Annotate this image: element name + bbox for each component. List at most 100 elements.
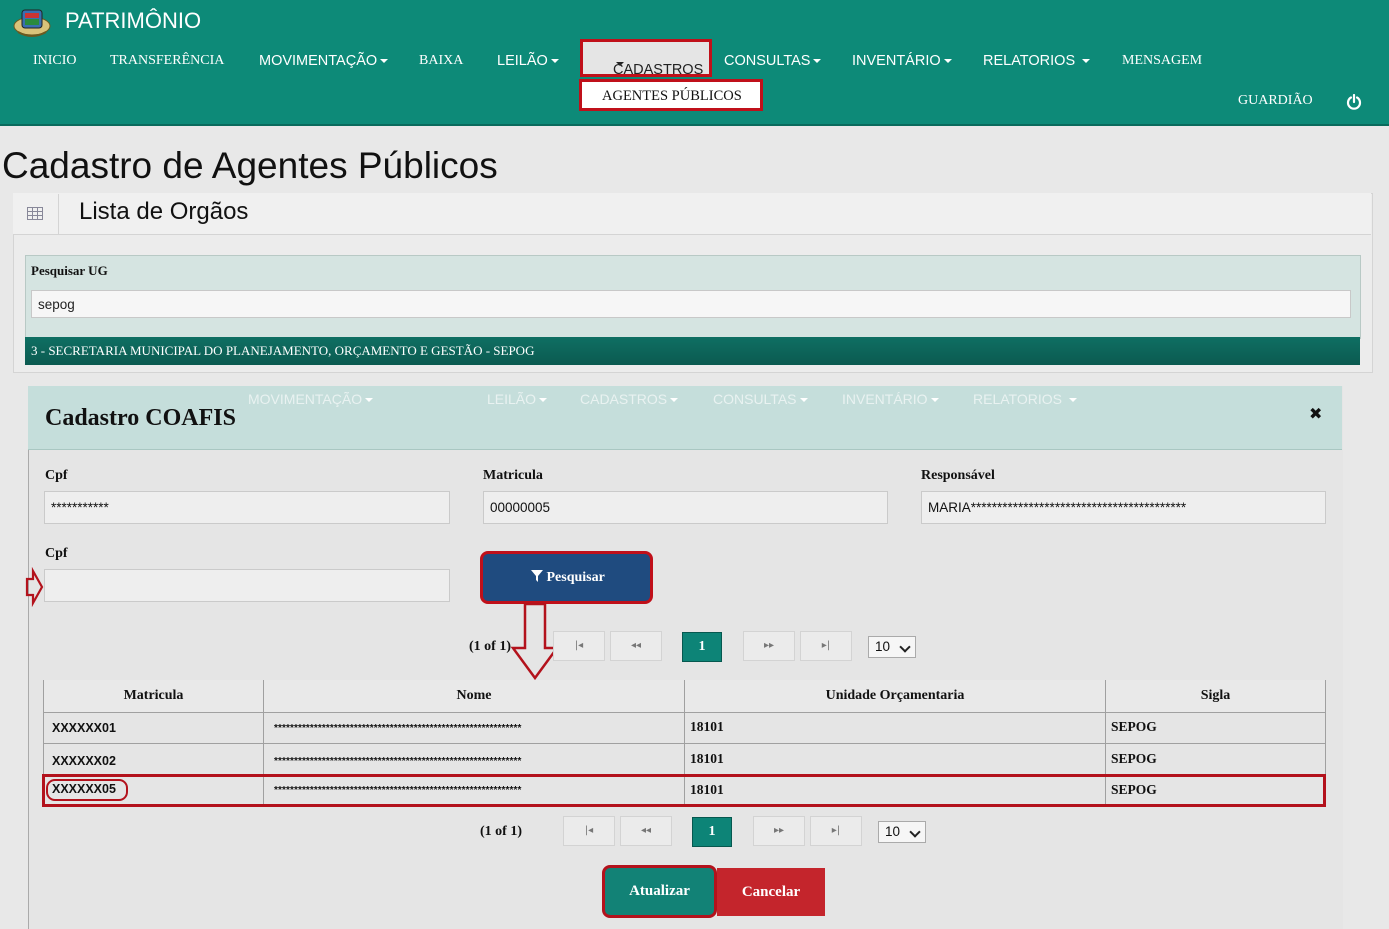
nav-consultas-label: CONSULTAS: [724, 53, 811, 69]
ghost-menu-label: INVENTÁRIO: [842, 391, 928, 407]
ghost-menu-cadastros: CADASTROS: [580, 391, 679, 407]
pager-info: (1 of 1): [469, 639, 511, 654]
matricula-label: Matricula: [483, 468, 543, 483]
table-cell-nome[interactable]: ****************************************…: [274, 756, 521, 767]
last-page-icon[interactable]: ▸|: [800, 631, 852, 661]
current-page-button[interactable]: 1: [682, 632, 722, 662]
nav-movimentacao-label: MOVIMENTAÇÃO: [259, 53, 378, 69]
grid-line: [43, 712, 1326, 713]
grid-line: [43, 743, 1326, 744]
matricula-field[interactable]: 00000005: [483, 491, 888, 524]
ug-result-row[interactable]: 3 - SECRETARIA MUNICIPAL DO PLANEJAMENTO…: [25, 337, 1360, 365]
table-cell-matricula[interactable]: XXXXXX01: [52, 721, 116, 735]
caret-down-icon: [1068, 398, 1077, 403]
selected-cell-highlight: [46, 779, 128, 801]
ug-result-label: 3 - SECRETARIA MUNICIPAL DO PLANEJAMENTO…: [31, 343, 535, 358]
pager-info: (1 of 1): [480, 824, 522, 839]
col-header-sigla[interactable]: Sigla: [1106, 680, 1325, 712]
table-cell-unidade[interactable]: 18101: [690, 719, 724, 735]
nav-leilao[interactable]: LEILÃO: [497, 53, 559, 69]
prev-page-icon[interactable]: ◂◂: [620, 816, 672, 846]
modal-title: Cadastro COAFIS: [45, 405, 236, 431]
ghost-menu-label: MOVIMENTAÇÃO: [248, 391, 363, 407]
rows-per-page-value: 10: [885, 824, 901, 839]
caret-down-icon: [813, 59, 822, 64]
rows-per-page-select[interactable]: 10: [878, 821, 926, 843]
atualizar-button[interactable]: Atualizar: [602, 865, 717, 918]
last-page-icon[interactable]: ▸|: [810, 816, 862, 846]
nav-leilao-label: LEILÃO: [497, 53, 548, 69]
nav-mensagem[interactable]: MENSAGEM: [1122, 53, 1202, 69]
responsavel-label: Responsável: [921, 468, 995, 483]
ghost-menu-label: LEILÃO: [487, 391, 537, 407]
table-icon: [27, 207, 43, 220]
table-cell-unidade[interactable]: 18101: [690, 751, 724, 767]
next-page-icon[interactable]: ▸▸: [753, 816, 805, 846]
chevron-down-icon: [909, 826, 921, 838]
caret-down-icon: [365, 398, 374, 403]
ghost-menu-label: RELATORIOS: [973, 391, 1062, 407]
table-cell-sigla[interactable]: SEPOG: [1111, 751, 1157, 767]
search-ug-input[interactable]: [31, 290, 1351, 318]
ghost-menu-leilao: LEILÃO: [487, 391, 548, 407]
pesquisar-button[interactable]: Pesquisar: [480, 551, 653, 604]
submenu-agentes-publicos[interactable]: AGENTES PÚBLICOS: [579, 79, 763, 111]
caret-down-icon: [1082, 59, 1091, 64]
table-cell-nome[interactable]: ****************************************…: [274, 723, 521, 734]
close-icon[interactable]: ✖: [1309, 404, 1322, 423]
nav-baixa[interactable]: BAIXA: [419, 53, 463, 69]
caret-down-icon: [670, 398, 679, 403]
nav-transferencia[interactable]: TRANSFERÊNCIA: [110, 53, 224, 69]
search-ug-label: Pesquisar UG: [31, 263, 108, 278]
col-header-nome[interactable]: Nome: [264, 680, 684, 712]
caret-down-icon: [539, 398, 548, 403]
first-page-icon[interactable]: |◂: [563, 816, 615, 846]
cancelar-button[interactable]: Cancelar: [717, 868, 825, 916]
arrow-right-icon: [25, 567, 44, 607]
nav-inventario[interactable]: INVENTÁRIO: [852, 53, 952, 69]
nav-consultas[interactable]: CONSULTAS: [724, 53, 822, 69]
rows-per-page-select[interactable]: 10: [868, 636, 916, 658]
panel-title: Lista de Orgãos: [79, 198, 249, 225]
rows-per-page-value: 10: [875, 639, 891, 654]
cpf-search-input[interactable]: [44, 569, 450, 602]
panel-divider: [58, 194, 59, 234]
power-icon[interactable]: [1346, 94, 1362, 110]
nav-inventario-label: INVENTÁRIO: [852, 53, 941, 69]
page-title: Cadastro de Agentes Públicos: [2, 145, 498, 186]
caret-down-icon: [943, 59, 952, 64]
ghost-menu-consultas: CONSULTAS: [713, 391, 808, 407]
cpf-label: Cpf: [45, 468, 68, 483]
nav-cadastros-label: CADASTROS: [613, 62, 704, 78]
ghost-menu-inventario: INVENTÁRIO: [842, 391, 939, 407]
table-cell-matricula[interactable]: XXXXXX02: [52, 754, 116, 768]
nav-movimentacao[interactable]: MOVIMENTAÇÃO: [259, 53, 389, 69]
caret-down-icon: [380, 59, 389, 64]
pesquisar-label: Pesquisar: [546, 570, 605, 585]
caret-down-icon: [799, 398, 808, 403]
next-page-icon[interactable]: ▸▸: [743, 631, 795, 661]
chevron-down-icon: [899, 641, 911, 653]
table-cell-sigla[interactable]: SEPOG: [1111, 719, 1157, 735]
prev-page-icon[interactable]: ◂◂: [610, 631, 662, 661]
cpf-field[interactable]: ***********: [44, 491, 450, 524]
user-menu[interactable]: GUARDIÃO: [1238, 93, 1313, 109]
nav-cadastros[interactable]: CADASTROS: [580, 39, 712, 78]
app-title: PATRIMÔNIO: [65, 8, 202, 33]
caret-down-icon: [550, 59, 559, 64]
nav-relatorios[interactable]: RELATORIOS: [983, 53, 1091, 69]
col-header-matricula[interactable]: Matricula: [44, 680, 263, 712]
responsavel-field[interactable]: MARIA***********************************…: [921, 491, 1326, 524]
ghost-menu-relatorios: RELATORIOS: [973, 391, 1077, 407]
first-page-icon[interactable]: |◂: [553, 631, 605, 661]
nav-inicio[interactable]: INICIO: [33, 53, 77, 69]
cpf-search-label: Cpf: [45, 546, 68, 561]
ghost-menu-label: CONSULTAS: [713, 391, 797, 407]
logo-icon: [13, 9, 51, 37]
col-header-unidade[interactable]: Unidade Orçamentaria: [685, 680, 1105, 712]
submenu-item-label: AGENTES PÚBLICOS: [602, 88, 742, 104]
current-page-button[interactable]: 1: [692, 817, 732, 847]
nav-relatorios-label: RELATORIOS: [983, 53, 1076, 69]
ghost-menu-label: CADASTROS: [580, 391, 668, 407]
caret-down-icon: [616, 62, 624, 66]
